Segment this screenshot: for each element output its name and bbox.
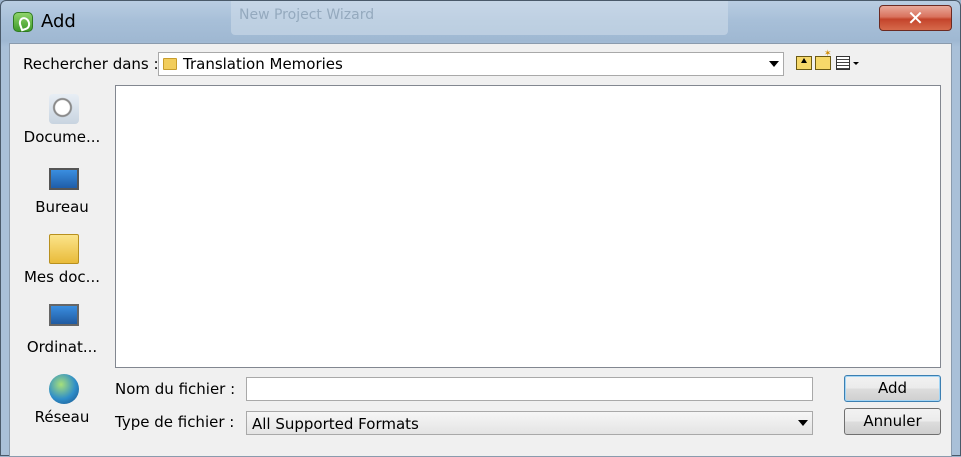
place-label: Bureau — [35, 198, 89, 216]
background-window-title: New Project Wizard — [231, 1, 728, 35]
app-icon — [13, 12, 33, 32]
dialog-body: Rechercher dans : Translation Memories D… — [9, 43, 952, 457]
place-label: Mes doc... — [23, 268, 100, 286]
recent-documents-icon — [49, 94, 79, 124]
add-button[interactable]: Add — [844, 375, 941, 402]
look-in-label: Rechercher dans : — [23, 55, 159, 73]
folder-icon — [163, 58, 177, 70]
place-my-documents[interactable]: Mes doc... — [14, 226, 110, 292]
file-type-value: All Supported Formats — [252, 415, 419, 433]
cancel-button[interactable]: Annuler — [844, 408, 941, 435]
place-label: Ordinat... — [26, 338, 98, 356]
file-type-combobox[interactable]: All Supported Formats — [246, 411, 813, 435]
my-documents-icon — [49, 234, 79, 264]
place-recent-documents[interactable]: Docume... — [14, 86, 110, 152]
places-bar: Docume... Bureau Mes doc... Ordinat... R… — [14, 86, 110, 456]
chevron-down-icon[interactable] — [769, 61, 779, 67]
desktop-icon — [49, 168, 79, 190]
background-window-title-text: New Project Wizard — [239, 7, 375, 23]
close-button[interactable]: ✕ — [879, 5, 952, 31]
view-menu-chevron-icon[interactable] — [853, 62, 859, 65]
file-name-label: Nom du fichier : — [115, 380, 236, 398]
network-icon — [49, 374, 79, 404]
title-bar[interactable]: New Project Wizard Add ✕ — [1, 1, 960, 43]
window-title: Add — [41, 11, 76, 32]
file-type-label: Type de fichier : — [115, 413, 235, 431]
place-network[interactable]: Réseau — [14, 366, 110, 432]
new-folder-icon[interactable] — [815, 49, 832, 70]
place-computer[interactable]: Ordinat... — [14, 296, 110, 362]
chevron-down-icon[interactable] — [798, 420, 808, 426]
close-icon: ✕ — [907, 6, 924, 30]
look-in-value: Translation Memories — [183, 55, 343, 73]
file-list[interactable] — [115, 85, 941, 368]
place-desktop[interactable]: Bureau — [14, 156, 110, 222]
file-name-input[interactable] — [246, 377, 813, 401]
up-folder-icon[interactable] — [796, 56, 812, 70]
place-label: Réseau — [34, 408, 90, 426]
view-menu-icon[interactable] — [836, 56, 850, 70]
look-in-combobox[interactable]: Translation Memories — [158, 52, 784, 76]
add-dialog: New Project Wizard Add ✕ Rechercher dans… — [0, 0, 961, 457]
place-label: Docume... — [23, 128, 101, 146]
computer-icon — [49, 304, 79, 326]
